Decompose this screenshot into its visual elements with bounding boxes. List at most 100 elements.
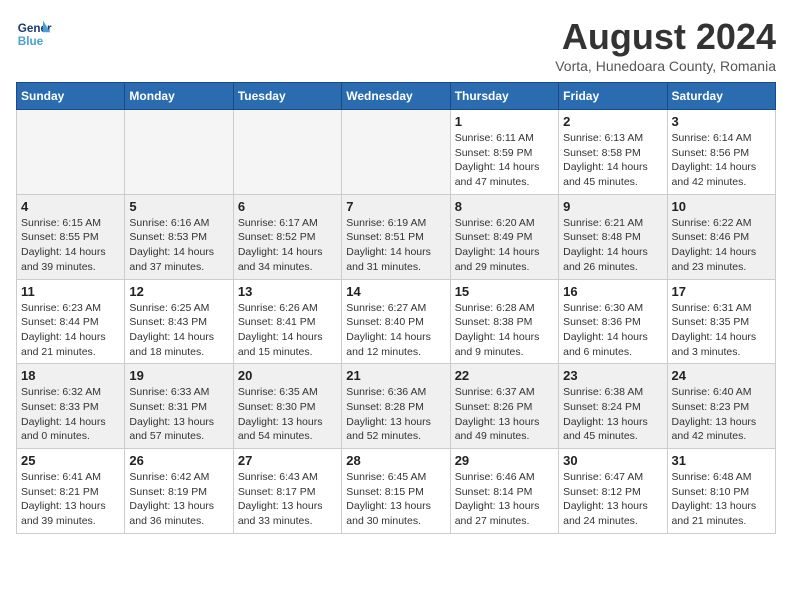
calendar-cell: 6 Sunrise: 6:17 AM Sunset: 8:52 PM Daylig…	[233, 194, 341, 279]
calendar-week-row: 18 Sunrise: 6:32 AM Sunset: 8:33 PM Dayli…	[17, 364, 776, 449]
calendar-cell: 13 Sunrise: 6:26 AM Sunset: 8:41 PM Dayli…	[233, 279, 341, 364]
day-number: 14	[346, 284, 445, 299]
day-info: Sunrise: 6:20 AM Sunset: 8:49 PM Dayligh…	[455, 216, 554, 275]
calendar-cell: 18 Sunrise: 6:32 AM Sunset: 8:33 PM Dayli…	[17, 364, 125, 449]
logo: General Blue	[16, 16, 52, 52]
calendar-cell: 2Sunrise: 6:13 AM Sunset: 8:58 PM Daylig…	[559, 110, 667, 195]
calendar-cell: 9 Sunrise: 6:21 AM Sunset: 8:48 PM Daylig…	[559, 194, 667, 279]
day-info: Sunrise: 6:38 AM Sunset: 8:24 PM Dayligh…	[563, 385, 662, 444]
day-number: 27	[238, 453, 337, 468]
day-number: 11	[21, 284, 120, 299]
day-info: Sunrise: 6:19 AM Sunset: 8:51 PM Dayligh…	[346, 216, 445, 275]
day-of-week-header: Thursday	[450, 83, 558, 110]
calendar-cell: 28 Sunrise: 6:45 AM Sunset: 8:15 PM Dayli…	[342, 449, 450, 534]
calendar-cell: 17 Sunrise: 6:31 AM Sunset: 8:35 PM Dayli…	[667, 279, 775, 364]
day-of-week-header: Monday	[125, 83, 233, 110]
calendar-cell	[17, 110, 125, 195]
day-number: 23	[563, 368, 662, 383]
day-number: 1	[455, 114, 554, 129]
day-info: Sunrise: 6:45 AM Sunset: 8:15 PM Dayligh…	[346, 470, 445, 529]
day-info: Sunrise: 6:47 AM Sunset: 8:12 PM Dayligh…	[563, 470, 662, 529]
calendar-cell: 15Sunrise: 6:28 AM Sunset: 8:38 PM Dayli…	[450, 279, 558, 364]
calendar-cell	[233, 110, 341, 195]
day-info: Sunrise: 6:21 AM Sunset: 8:48 PM Dayligh…	[563, 216, 662, 275]
day-info: Sunrise: 6:31 AM Sunset: 8:35 PM Dayligh…	[672, 301, 771, 360]
calendar-cell	[342, 110, 450, 195]
day-info: Sunrise: 6:32 AM Sunset: 8:33 PM Dayligh…	[21, 385, 120, 444]
calendar-header-row: SundayMondayTuesdayWednesdayThursdayFrid…	[17, 83, 776, 110]
calendar-cell: 29 Sunrise: 6:46 AM Sunset: 8:14 PM Dayli…	[450, 449, 558, 534]
day-of-week-header: Sunday	[17, 83, 125, 110]
day-info: Sunrise: 6:11 AM Sunset: 8:59 PM Dayligh…	[455, 131, 554, 190]
calendar-cell: 21Sunrise: 6:36 AM Sunset: 8:28 PM Dayli…	[342, 364, 450, 449]
location-subtitle: Vorta, Hunedoara County, Romania	[555, 58, 776, 74]
day-info: Sunrise: 6:25 AM Sunset: 8:43 PM Dayligh…	[129, 301, 228, 360]
day-info: Sunrise: 6:30 AM Sunset: 8:36 PM Dayligh…	[563, 301, 662, 360]
day-number: 16	[563, 284, 662, 299]
calendar-table: SundayMondayTuesdayWednesdayThursdayFrid…	[16, 82, 776, 534]
logo-icon: General Blue	[16, 16, 52, 52]
day-info: Sunrise: 6:14 AM Sunset: 8:56 PM Dayligh…	[672, 131, 771, 190]
calendar-cell: 23 Sunrise: 6:38 AM Sunset: 8:24 PM Dayli…	[559, 364, 667, 449]
day-of-week-header: Tuesday	[233, 83, 341, 110]
calendar-cell: 3 Sunrise: 6:14 AM Sunset: 8:56 PM Daylig…	[667, 110, 775, 195]
day-info: Sunrise: 6:35 AM Sunset: 8:30 PM Dayligh…	[238, 385, 337, 444]
calendar-cell: 16 Sunrise: 6:30 AM Sunset: 8:36 PM Dayli…	[559, 279, 667, 364]
calendar-cell: 7 Sunrise: 6:19 AM Sunset: 8:51 PM Daylig…	[342, 194, 450, 279]
calendar-cell: 1 Sunrise: 6:11 AM Sunset: 8:59 PM Daylig…	[450, 110, 558, 195]
day-info: Sunrise: 6:42 AM Sunset: 8:19 PM Dayligh…	[129, 470, 228, 529]
day-number: 18	[21, 368, 120, 383]
month-title: August 2024	[555, 16, 776, 58]
calendar-cell: 10Sunrise: 6:22 AM Sunset: 8:46 PM Dayli…	[667, 194, 775, 279]
calendar-cell: 19Sunrise: 6:33 AM Sunset: 8:31 PM Dayli…	[125, 364, 233, 449]
day-info: Sunrise: 6:16 AM Sunset: 8:53 PM Dayligh…	[129, 216, 228, 275]
day-info: Sunrise: 6:26 AM Sunset: 8:41 PM Dayligh…	[238, 301, 337, 360]
calendar-cell: 20 Sunrise: 6:35 AM Sunset: 8:30 PM Dayli…	[233, 364, 341, 449]
day-info: Sunrise: 6:37 AM Sunset: 8:26 PM Dayligh…	[455, 385, 554, 444]
day-number: 20	[238, 368, 337, 383]
day-number: 3	[672, 114, 771, 129]
day-number: 15	[455, 284, 554, 299]
day-number: 19	[129, 368, 228, 383]
day-info: Sunrise: 6:41 AM Sunset: 8:21 PM Dayligh…	[21, 470, 120, 529]
day-number: 13	[238, 284, 337, 299]
day-number: 6	[238, 199, 337, 214]
day-number: 25	[21, 453, 120, 468]
calendar-cell	[125, 110, 233, 195]
day-number: 12	[129, 284, 228, 299]
day-number: 7	[346, 199, 445, 214]
day-info: Sunrise: 6:48 AM Sunset: 8:10 PM Dayligh…	[672, 470, 771, 529]
day-info: Sunrise: 6:17 AM Sunset: 8:52 PM Dayligh…	[238, 216, 337, 275]
day-number: 24	[672, 368, 771, 383]
day-number: 5	[129, 199, 228, 214]
day-number: 8	[455, 199, 554, 214]
calendar-cell: 4Sunrise: 6:15 AM Sunset: 8:55 PM Daylig…	[17, 194, 125, 279]
day-of-week-header: Friday	[559, 83, 667, 110]
calendar-cell: 24Sunrise: 6:40 AM Sunset: 8:23 PM Dayli…	[667, 364, 775, 449]
day-info: Sunrise: 6:22 AM Sunset: 8:46 PM Dayligh…	[672, 216, 771, 275]
day-number: 29	[455, 453, 554, 468]
calendar-cell: 12 Sunrise: 6:25 AM Sunset: 8:43 PM Dayli…	[125, 279, 233, 364]
day-number: 28	[346, 453, 445, 468]
day-number: 30	[563, 453, 662, 468]
day-info: Sunrise: 6:36 AM Sunset: 8:28 PM Dayligh…	[346, 385, 445, 444]
day-info: Sunrise: 6:27 AM Sunset: 8:40 PM Dayligh…	[346, 301, 445, 360]
page-header: General Blue August 2024 Vorta, Hunedoar…	[16, 16, 776, 74]
day-number: 17	[672, 284, 771, 299]
title-area: August 2024 Vorta, Hunedoara County, Rom…	[555, 16, 776, 74]
day-info: Sunrise: 6:46 AM Sunset: 8:14 PM Dayligh…	[455, 470, 554, 529]
calendar-cell: 31 Sunrise: 6:48 AM Sunset: 8:10 PM Dayli…	[667, 449, 775, 534]
calendar-week-row: 11 Sunrise: 6:23 AM Sunset: 8:44 PM Dayli…	[17, 279, 776, 364]
svg-text:Blue: Blue	[18, 35, 44, 48]
day-number: 31	[672, 453, 771, 468]
day-number: 9	[563, 199, 662, 214]
day-info: Sunrise: 6:23 AM Sunset: 8:44 PM Dayligh…	[21, 301, 120, 360]
calendar-cell: 26Sunrise: 6:42 AM Sunset: 8:19 PM Dayli…	[125, 449, 233, 534]
day-info: Sunrise: 6:13 AM Sunset: 8:58 PM Dayligh…	[563, 131, 662, 190]
calendar-cell: 25 Sunrise: 6:41 AM Sunset: 8:21 PM Dayli…	[17, 449, 125, 534]
calendar-week-row: 1 Sunrise: 6:11 AM Sunset: 8:59 PM Daylig…	[17, 110, 776, 195]
calendar-cell: 30 Sunrise: 6:47 AM Sunset: 8:12 PM Dayli…	[559, 449, 667, 534]
day-number: 4	[21, 199, 120, 214]
calendar-cell: 27Sunrise: 6:43 AM Sunset: 8:17 PM Dayli…	[233, 449, 341, 534]
day-of-week-header: Wednesday	[342, 83, 450, 110]
